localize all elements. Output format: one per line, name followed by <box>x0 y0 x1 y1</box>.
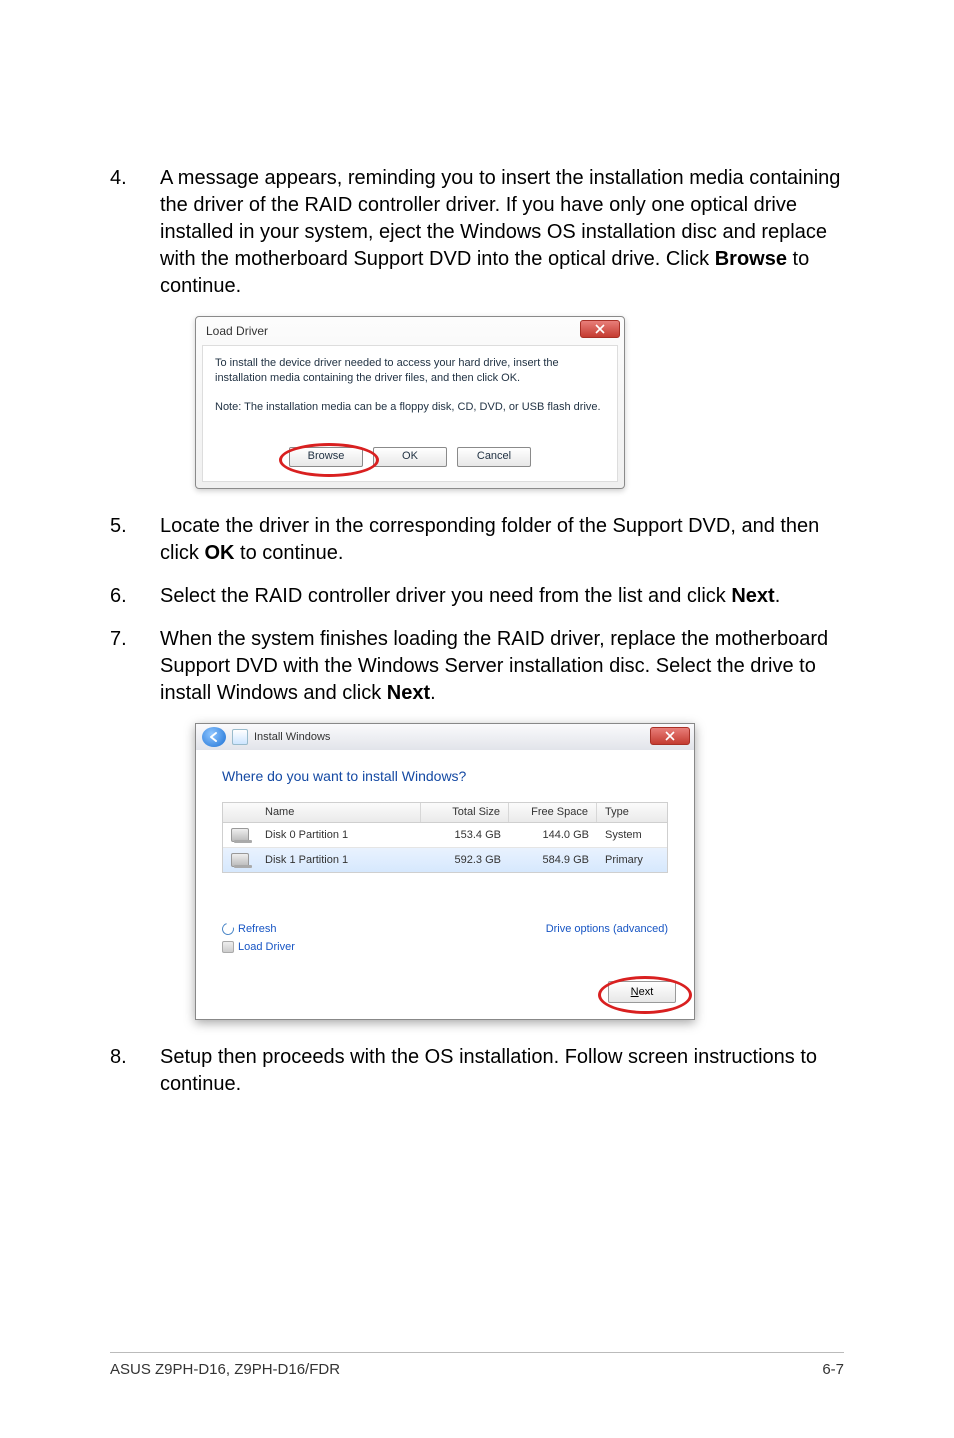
refresh-link[interactable]: Refresh <box>222 923 295 935</box>
step-number: 6. <box>110 583 160 610</box>
table-row[interactable]: Disk 0 Partition 1 153.4 GB 144.0 GB Sys… <box>223 823 667 847</box>
next-button[interactable]: Next <box>608 981 676 1003</box>
back-button[interactable] <box>202 727 226 747</box>
step-text: Select the RAID controller driver you ne… <box>160 583 780 610</box>
refresh-icon <box>220 920 236 936</box>
drive-options-link[interactable]: Drive options (advanced) <box>546 923 668 935</box>
cancel-button[interactable]: Cancel <box>457 447 531 467</box>
partition-table: Name Total Size Free Space Type Disk 0 P… <box>222 802 668 873</box>
arrow-left-icon <box>208 731 220 743</box>
close-icon <box>595 324 605 334</box>
dialog-heading: Where do you want to install Windows? <box>222 768 668 784</box>
app-icon <box>232 729 248 745</box>
step-text: Setup then proceeds with the OS installa… <box>160 1044 844 1098</box>
footer-right: 6-7 <box>822 1361 844 1378</box>
load-driver-dialog: Load Driver To install the device driver… <box>195 316 625 489</box>
close-icon <box>665 731 675 741</box>
step-number: 4. <box>110 165 160 300</box>
ok-button[interactable]: OK <box>373 447 447 467</box>
disk-icon <box>231 828 249 842</box>
dialog-text: To install the device driver needed to a… <box>215 356 605 386</box>
close-button[interactable] <box>650 727 690 745</box>
step-text: A message appears, reminding you to inse… <box>160 165 844 300</box>
step-text: Locate the driver in the corresponding f… <box>160 513 844 567</box>
browse-button[interactable]: Browse <box>289 447 363 467</box>
dialog-note: Note: The installation media can be a fl… <box>215 400 605 415</box>
step-text: When the system finishes loading the RAI… <box>160 626 844 707</box>
window-title: Install Windows <box>254 731 330 743</box>
dialog-title: Load Driver <box>206 324 268 338</box>
table-row[interactable]: Disk 1 Partition 1 592.3 GB 584.9 GB Pri… <box>223 848 667 872</box>
install-windows-dialog: Install Windows Where do you want to ins… <box>195 723 695 1020</box>
col-header-name[interactable]: Name <box>257 803 421 822</box>
disk-icon <box>231 853 249 867</box>
load-icon <box>222 941 234 953</box>
col-header-free[interactable]: Free Space <box>509 803 597 822</box>
col-header-total[interactable]: Total Size <box>421 803 509 822</box>
col-header-type[interactable]: Type <box>597 803 667 822</box>
close-button[interactable] <box>580 320 620 338</box>
step-number: 5. <box>110 513 160 567</box>
step-number: 7. <box>110 626 160 707</box>
load-driver-link[interactable]: Load Driver <box>222 941 295 953</box>
step-number: 8. <box>110 1044 160 1098</box>
footer-left: ASUS Z9PH-D16, Z9PH-D16/FDR <box>110 1361 340 1378</box>
